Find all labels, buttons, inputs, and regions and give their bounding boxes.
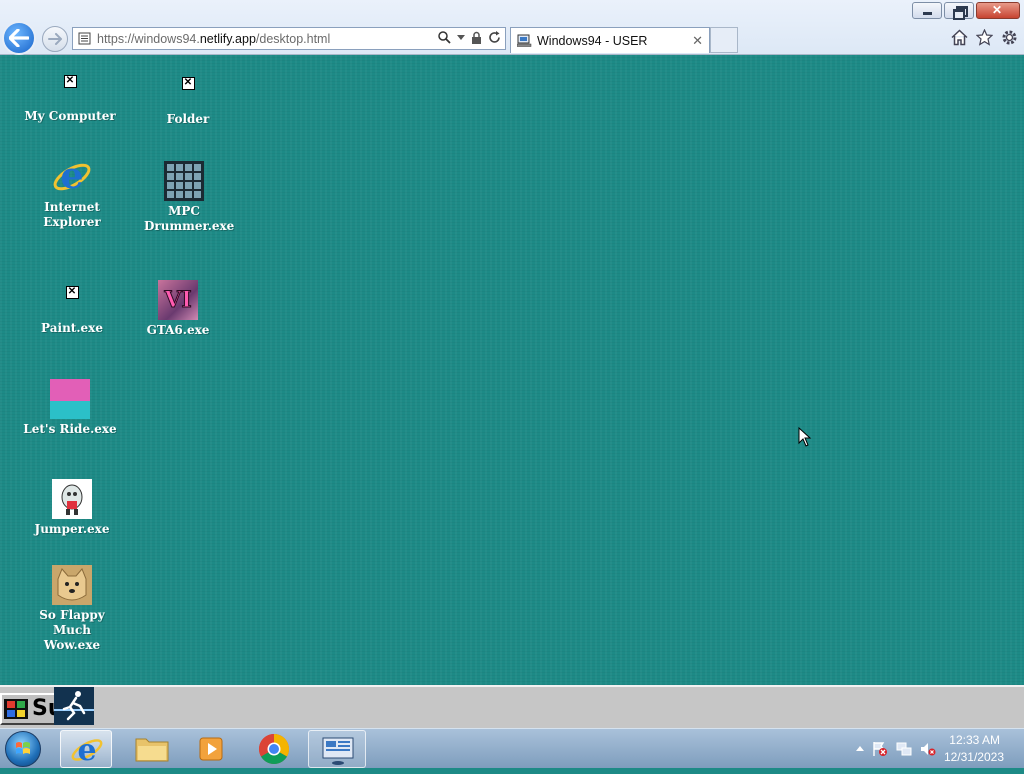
refresh-icon[interactable] [488, 31, 501, 44]
doge-icon [52, 565, 92, 605]
forward-button[interactable] [42, 26, 68, 52]
system-tray: 12:33 AM 12/31/2023 [844, 729, 1024, 769]
new-tab-button[interactable] [710, 27, 738, 53]
home-icon[interactable] [951, 29, 968, 46]
icon-label: So Flappy Much Wow.exe [39, 608, 105, 652]
broken-image-icon [65, 284, 79, 300]
lets-ride-icon [50, 379, 90, 419]
jumper-character-icon [52, 479, 92, 519]
drum-pad-icon [164, 161, 204, 201]
taskbar-chrome[interactable] [248, 730, 300, 768]
action-center-flag-icon[interactable] [872, 741, 888, 757]
favorites-star-icon[interactable] [976, 29, 993, 46]
mouse-cursor-icon [798, 427, 812, 447]
search-icon[interactable] [438, 31, 451, 44]
internet-explorer-icon: e [53, 157, 91, 197]
broken-image-icon [63, 73, 77, 89]
desktop-icon-internet-explorer[interactable]: e Internet Explorer [22, 157, 122, 230]
icon-label: Let's Ride.exe [23, 422, 117, 436]
clock-time[interactable]: 12:33 AM [949, 733, 1000, 747]
back-arrow-icon [9, 29, 29, 47]
icon-label: MPC Drummer.exe [144, 204, 235, 233]
icon-label: GTA6.exe [146, 323, 210, 337]
icon-label: Paint.exe [41, 321, 103, 335]
desktop-icon-folder[interactable]: Folder [138, 75, 238, 127]
desktop-icon-paint[interactable]: Paint.exe [22, 284, 122, 336]
desktop-icon-lets-ride[interactable]: Let's Ride.exe [20, 379, 120, 437]
chrome-icon [258, 734, 290, 765]
tab-close-icon[interactable]: ✕ [692, 33, 703, 49]
dropdown-icon[interactable] [457, 34, 465, 41]
volume-muted-icon[interactable] [920, 741, 936, 757]
gta6-logo-icon: VI [158, 280, 198, 320]
icon-label: Folder [166, 112, 210, 126]
close-button[interactable] [976, 2, 1020, 19]
taskbar-media-player[interactable] [186, 730, 238, 768]
internet-explorer-icon: e [71, 733, 103, 768]
url-text[interactable]: https://windows94.netlify.app/desktop.ht… [97, 32, 330, 46]
computer-icon [322, 737, 354, 765]
forward-arrow-icon [48, 33, 62, 45]
running-man-icon [54, 687, 94, 725]
windows-flag-icon [4, 699, 28, 719]
desktop-icon-so-flappy[interactable]: So Flappy Much Wow.exe [22, 565, 122, 653]
w94-taskbar: Su [0, 685, 1024, 728]
desktop-icon-mpc-drummer[interactable]: MPC Drummer.exe [134, 161, 234, 234]
desktop-icon-my-computer[interactable]: My Computer [20, 73, 120, 124]
taskbar-file-explorer[interactable] [126, 730, 178, 768]
computer-icon [517, 34, 532, 47]
gear-icon[interactable] [1001, 29, 1018, 46]
address-bar[interactable]: https://windows94.netlify.app/desktop.ht… [72, 27, 506, 50]
clock-date[interactable]: 12/31/2023 [944, 750, 1004, 764]
restore-button[interactable] [944, 2, 974, 20]
media-player-icon [199, 737, 223, 761]
page-icon [78, 32, 91, 45]
desktop[interactable]: My Computer Folder e Internet Explorer M… [0, 55, 1024, 685]
taskbar-internet-explorer[interactable]: e [60, 730, 112, 768]
desktop-icon-jumper[interactable]: Jumper.exe [22, 479, 122, 537]
window-controls [912, 2, 1020, 20]
svg-text:e: e [77, 733, 96, 768]
back-button[interactable] [2, 21, 36, 55]
svg-text:e: e [61, 157, 84, 197]
desktop-icon-gta6[interactable]: VI GTA6.exe [128, 280, 228, 338]
icon-label: My Computer [24, 109, 116, 123]
taskbar-remote-desktop[interactable] [308, 730, 366, 768]
broken-image-icon [181, 75, 195, 91]
tab-windows94[interactable]: Windows94 - USER ✕ [510, 27, 710, 53]
icon-label: Jumper.exe [34, 522, 110, 536]
icon-label: Internet Explorer [43, 200, 101, 229]
w94-running-app[interactable] [54, 687, 94, 725]
tab-title: Windows94 - USER [537, 34, 648, 48]
browser-chrome: https://windows94.netlify.app/desktop.ht… [0, 0, 1024, 55]
lock-icon[interactable] [471, 31, 482, 44]
network-icon[interactable] [896, 741, 912, 757]
show-hidden-icons-arrow-icon[interactable] [856, 745, 864, 751]
windows-logo-icon [16, 742, 30, 754]
w7-taskbar: e 12:33 AM 12/31/2023 [0, 728, 1024, 768]
folder-icon [135, 738, 169, 762]
w94-start-button[interactable]: Su [0, 693, 58, 725]
start-orb-button[interactable] [5, 731, 41, 767]
minimize-button[interactable] [912, 2, 942, 19]
